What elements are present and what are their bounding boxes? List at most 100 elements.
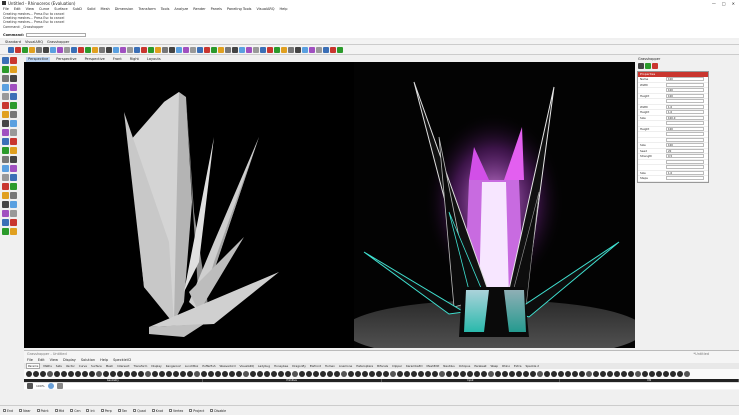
osnap-checkbox[interactable] bbox=[36, 409, 40, 412]
gh-component-icon[interactable] bbox=[481, 371, 487, 377]
modeling-tool-icon[interactable] bbox=[2, 201, 9, 208]
gh-tab[interactable]: Dragonfly bbox=[291, 364, 307, 368]
gh-tab[interactable]: Honeybee bbox=[273, 364, 289, 368]
toolbar-tool-icon[interactable] bbox=[197, 46, 203, 53]
property-value-field[interactable] bbox=[666, 99, 704, 104]
stop-icon[interactable] bbox=[652, 63, 658, 69]
tab-grasshopper[interactable]: Grasshopper bbox=[47, 40, 69, 44]
modeling-tool-icon[interactable] bbox=[2, 156, 9, 163]
gear-icon[interactable] bbox=[638, 63, 644, 69]
menu-item-help[interactable]: Help bbox=[280, 7, 288, 11]
gh-component-icon[interactable] bbox=[418, 371, 424, 377]
osnap-toggle[interactable]: End bbox=[3, 409, 13, 413]
gh-component-icon[interactable] bbox=[488, 371, 494, 377]
gh-tab[interactable]: VisualARQ bbox=[239, 364, 255, 368]
menu-item-view[interactable]: View bbox=[26, 7, 34, 11]
toolbar-tool-icon[interactable] bbox=[85, 46, 91, 53]
gh-component-icon[interactable] bbox=[425, 371, 431, 377]
gh-component-icon[interactable] bbox=[257, 371, 263, 377]
gh-component-icon[interactable] bbox=[201, 371, 207, 377]
gh-component-icon[interactable] bbox=[495, 371, 501, 377]
toolbar-tool-icon[interactable] bbox=[302, 46, 308, 53]
minimize-button[interactable]: — bbox=[712, 1, 716, 6]
gh-tab[interactable]: Pufferfish bbox=[201, 364, 216, 368]
gh-component-icon[interactable] bbox=[173, 371, 179, 377]
toolbar-tool-icon[interactable] bbox=[78, 46, 84, 53]
gh-component-icon[interactable] bbox=[677, 371, 683, 377]
toolbar-tool-icon[interactable] bbox=[106, 46, 112, 53]
modeling-tool-icon[interactable] bbox=[2, 102, 9, 109]
toolbar-tool-icon[interactable] bbox=[15, 46, 21, 53]
modeling-tool-icon[interactable] bbox=[10, 75, 17, 82]
toolbar-tool-icon[interactable] bbox=[36, 46, 42, 53]
toolbar-tool-icon[interactable] bbox=[190, 46, 196, 53]
modeling-tool-icon[interactable] bbox=[10, 129, 17, 136]
modeling-tool-icon[interactable] bbox=[10, 111, 17, 118]
tab-standard[interactable]: Standard bbox=[5, 40, 21, 44]
menu-item-mesh[interactable]: Mesh bbox=[101, 7, 110, 11]
toolbar-tool-icon[interactable] bbox=[260, 46, 266, 53]
gh-component-icon[interactable] bbox=[586, 371, 592, 377]
modeling-tool-icon[interactable] bbox=[10, 228, 17, 235]
osnap-toggle[interactable]: Cen bbox=[70, 409, 80, 413]
menu-item-render[interactable]: Render bbox=[193, 7, 205, 11]
gh-component-icon[interactable] bbox=[397, 371, 403, 377]
gh-component-icon[interactable] bbox=[544, 371, 550, 377]
gh-component-icon[interactable] bbox=[355, 371, 361, 377]
gh-tab[interactable]: Clipper bbox=[391, 364, 403, 368]
gh-component-icon[interactable] bbox=[117, 371, 123, 377]
gh-component-icon[interactable] bbox=[264, 371, 270, 377]
command-input[interactable] bbox=[26, 33, 87, 37]
menu-item-paneling-tools[interactable]: Paneling Tools bbox=[227, 7, 252, 11]
toolbar-tool-icon[interactable] bbox=[204, 46, 210, 53]
gh-tab[interactable]: Karamba3D bbox=[405, 364, 424, 368]
toolbar-tool-icon[interactable] bbox=[43, 46, 49, 53]
modeling-tool-icon[interactable] bbox=[10, 174, 17, 181]
gh-component-icon[interactable] bbox=[530, 371, 536, 377]
modeling-tool-icon[interactable] bbox=[2, 138, 9, 145]
gh-component-icon[interactable] bbox=[327, 371, 333, 377]
gh-tab[interactable]: Elefront bbox=[309, 364, 322, 368]
toolbar-tool-icon[interactable] bbox=[148, 46, 154, 53]
toolbar-tool-icon[interactable] bbox=[330, 46, 336, 53]
menu-item-dimension[interactable]: Dimension bbox=[115, 7, 134, 11]
gh-component-icon[interactable] bbox=[383, 371, 389, 377]
gh-component-icon[interactable] bbox=[579, 371, 585, 377]
property-value-field[interactable]: 100.0 bbox=[666, 115, 704, 120]
tab-perspective-active[interactable]: Perspective bbox=[26, 56, 51, 62]
modeling-tool-icon[interactable] bbox=[10, 93, 17, 100]
gh-tab[interactable]: Params bbox=[26, 363, 41, 369]
modeling-tool-icon[interactable] bbox=[10, 156, 17, 163]
toolbar-tool-icon[interactable] bbox=[323, 46, 329, 53]
toolbar-tool-icon[interactable] bbox=[239, 46, 245, 53]
modeling-tool-icon[interactable] bbox=[10, 102, 17, 109]
gh-tab[interactable]: Nautilus bbox=[442, 364, 455, 368]
toolbar-tool-icon[interactable] bbox=[22, 46, 28, 53]
toolbar-tool-icon[interactable] bbox=[218, 46, 224, 53]
osnap-toggle[interactable]: Tan bbox=[117, 409, 127, 413]
gh-component-icon[interactable] bbox=[145, 371, 151, 377]
modeling-tool-icon[interactable] bbox=[10, 192, 17, 199]
eye-icon[interactable] bbox=[47, 383, 54, 389]
osnap-checkbox[interactable] bbox=[210, 409, 214, 412]
gh-menu-solution[interactable]: Solution bbox=[81, 358, 95, 362]
toolbar-tool-icon[interactable] bbox=[316, 46, 322, 53]
gh-component-icon[interactable] bbox=[124, 371, 130, 377]
modeling-tool-icon[interactable] bbox=[2, 57, 9, 64]
osnap-checkbox[interactable] bbox=[70, 409, 74, 412]
gh-component-icon[interactable] bbox=[194, 371, 200, 377]
toolbar-tool-icon[interactable] bbox=[253, 46, 259, 53]
toolbar-tool-icon[interactable] bbox=[113, 46, 119, 53]
toolbar-tool-icon[interactable] bbox=[267, 46, 273, 53]
osnap-checkbox[interactable] bbox=[133, 409, 137, 412]
gh-tab[interactable]: Mesh bbox=[105, 364, 114, 368]
property-value-field[interactable] bbox=[666, 159, 704, 164]
gh-component-icon[interactable] bbox=[453, 371, 459, 377]
toolbar-tool-icon[interactable] bbox=[141, 46, 147, 53]
modeling-tool-icon[interactable] bbox=[2, 219, 9, 226]
zoom-level[interactable]: 100% bbox=[36, 384, 45, 388]
property-value-field[interactable] bbox=[666, 121, 704, 126]
osnap-checkbox[interactable] bbox=[151, 409, 155, 412]
property-value-field[interactable] bbox=[666, 137, 704, 142]
gh-tab[interactable]: Surface bbox=[90, 364, 103, 368]
